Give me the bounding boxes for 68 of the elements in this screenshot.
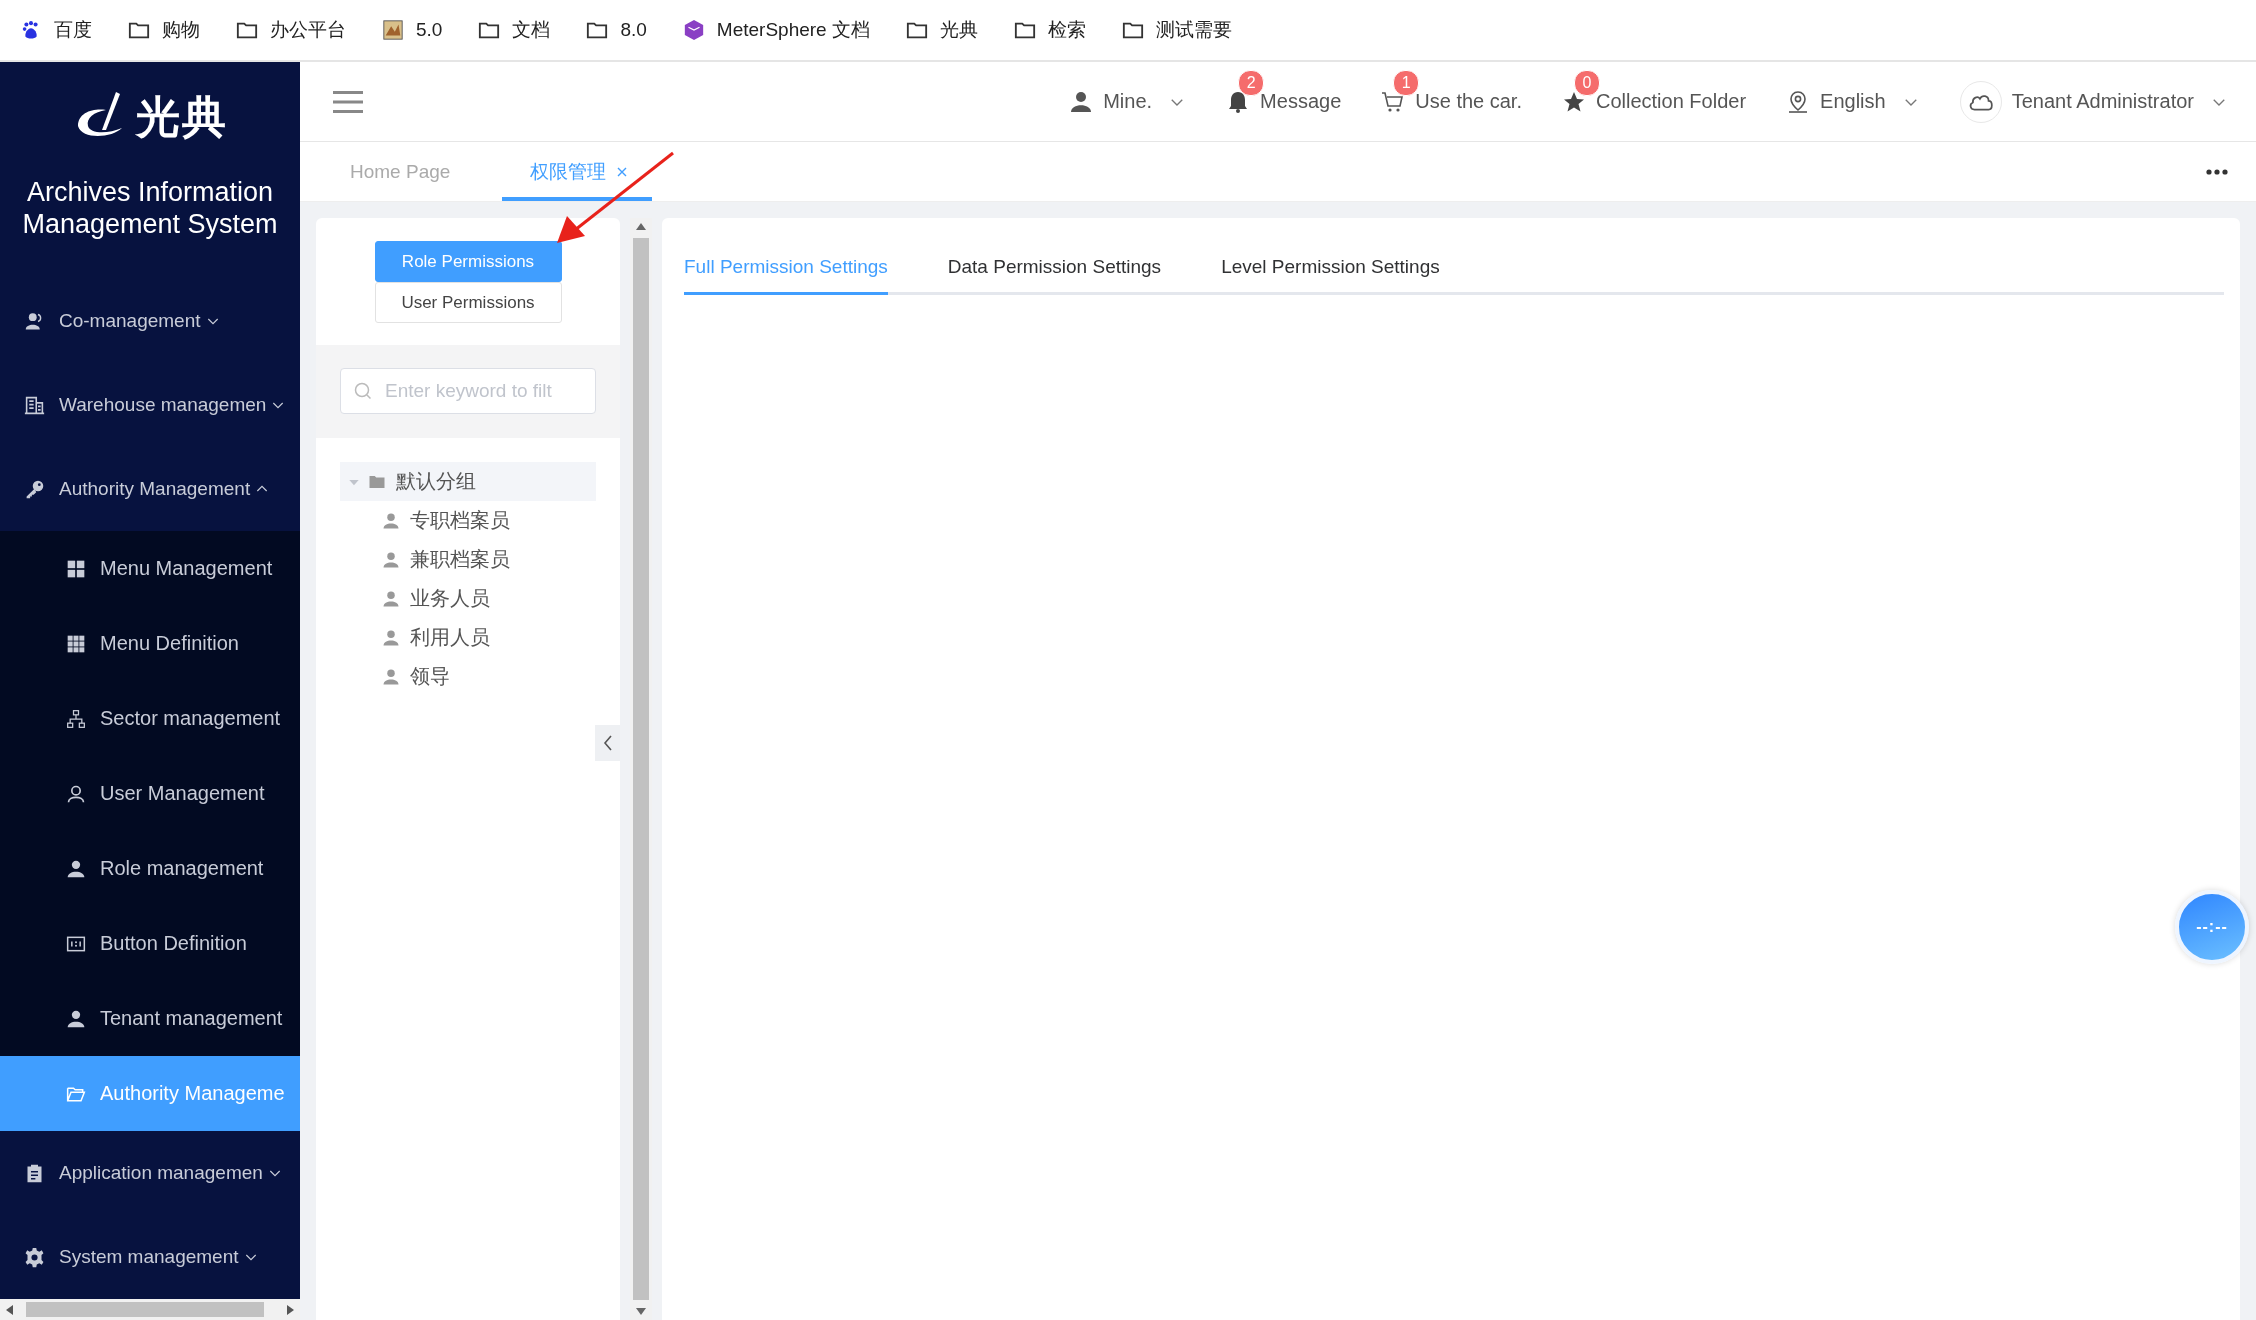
bookmark-link[interactable]: 光典 xyxy=(905,17,978,43)
user-icon xyxy=(66,783,86,804)
scroll-down-icon[interactable] xyxy=(636,1307,646,1315)
building-icon xyxy=(24,394,45,416)
permission-mode-button[interactable]: User Permissions xyxy=(374,282,562,323)
search-icon xyxy=(354,382,372,400)
tree-node[interactable]: 兼职档案员 xyxy=(340,540,596,579)
grid-icon xyxy=(66,558,86,579)
notification-badge: 0 xyxy=(1574,69,1600,96)
hierarchy-icon xyxy=(66,708,86,729)
close-icon[interactable] xyxy=(616,165,629,178)
settings-icon xyxy=(24,1246,45,1268)
user-icon xyxy=(382,628,400,647)
tree-node[interactable]: 业务人员 xyxy=(340,579,596,618)
settings-tab[interactable]: Level Permission Settings xyxy=(1221,248,1440,295)
sidebar-item[interactable]: Role management xyxy=(0,831,300,906)
chevron-left-icon xyxy=(602,734,613,752)
sidebar-item[interactable]: Sector management xyxy=(0,681,300,756)
sidebar-item[interactable]: Application managemen xyxy=(0,1131,300,1215)
cube-icon xyxy=(682,19,705,41)
tree-node[interactable]: 默认分组 xyxy=(340,462,596,501)
image-icon xyxy=(382,19,404,41)
user-icon xyxy=(66,858,86,879)
header-link[interactable]: Mine. xyxy=(1103,90,1153,113)
user-icon xyxy=(382,667,400,686)
bookmark-link[interactable]: 办公平台 xyxy=(236,17,346,43)
tree-node[interactable]: 利用人员 xyxy=(340,618,596,657)
user-icon[interactable] xyxy=(1069,89,1094,114)
bookmark-link[interactable]: 百度 xyxy=(20,17,92,43)
sidebar-item[interactable]: Menu Definition xyxy=(0,606,300,681)
scroll-left-icon[interactable] xyxy=(6,1304,14,1315)
menu-icon[interactable] xyxy=(333,90,363,113)
sidebar-item[interactable]: Tenant management xyxy=(0,981,300,1056)
scrollbar[interactable] xyxy=(630,218,652,1320)
user-icon xyxy=(382,550,400,569)
logo-text: 光典 xyxy=(136,92,228,142)
user-icon xyxy=(382,511,400,530)
sidebar-item[interactable]: Button Definition xyxy=(0,906,300,981)
sidebar-item[interactable]: Authority Management xyxy=(0,447,300,531)
system-title: Archives Information Management System xyxy=(21,176,279,240)
tree-node[interactable]: 领导 xyxy=(340,657,596,696)
sidebar-item[interactable]: User Management xyxy=(0,756,300,831)
sidebar-item[interactable]: Co-management xyxy=(0,279,300,363)
more-icon[interactable] xyxy=(2206,168,2228,175)
header-link[interactable]: English xyxy=(1820,90,1886,113)
bookmark-link[interactable]: 5.0 xyxy=(382,19,443,41)
bookmark-link[interactable]: 检索 xyxy=(1013,17,1086,43)
header-link[interactable]: Tenant Administrator xyxy=(2011,90,2194,113)
bookmark-link[interactable]: 8.0 xyxy=(586,19,647,41)
tree-node[interactable]: 专职档案员 xyxy=(340,501,596,540)
user-icon xyxy=(382,589,400,608)
cart-icon[interactable] xyxy=(1381,89,1406,114)
bookmark-link[interactable]: MeterSphere 文档 xyxy=(682,17,870,43)
key-icon xyxy=(24,478,45,500)
grid-icon xyxy=(66,633,86,654)
scrollbar[interactable] xyxy=(0,1299,300,1320)
collapse-button[interactable] xyxy=(595,725,620,761)
bookmark-link[interactable]: 购物 xyxy=(128,17,200,43)
sidebar-item[interactable]: System management xyxy=(0,1215,300,1299)
scroll-up-icon[interactable] xyxy=(636,223,646,231)
bookmark-link[interactable]: 文档 xyxy=(478,17,551,43)
bookmark-link[interactable]: 测试需要 xyxy=(1121,17,1232,43)
sidebar-item[interactable]: Menu Management xyxy=(0,531,300,606)
sidebar-item[interactable]: Warehouse managemen xyxy=(0,363,300,447)
settings-tab[interactable]: Data Permission Settings xyxy=(947,248,1162,295)
user-icon xyxy=(66,1008,86,1029)
scroll-right-icon[interactable] xyxy=(286,1304,294,1315)
search-field[interactable]: Enter keyword to filt xyxy=(340,368,596,414)
